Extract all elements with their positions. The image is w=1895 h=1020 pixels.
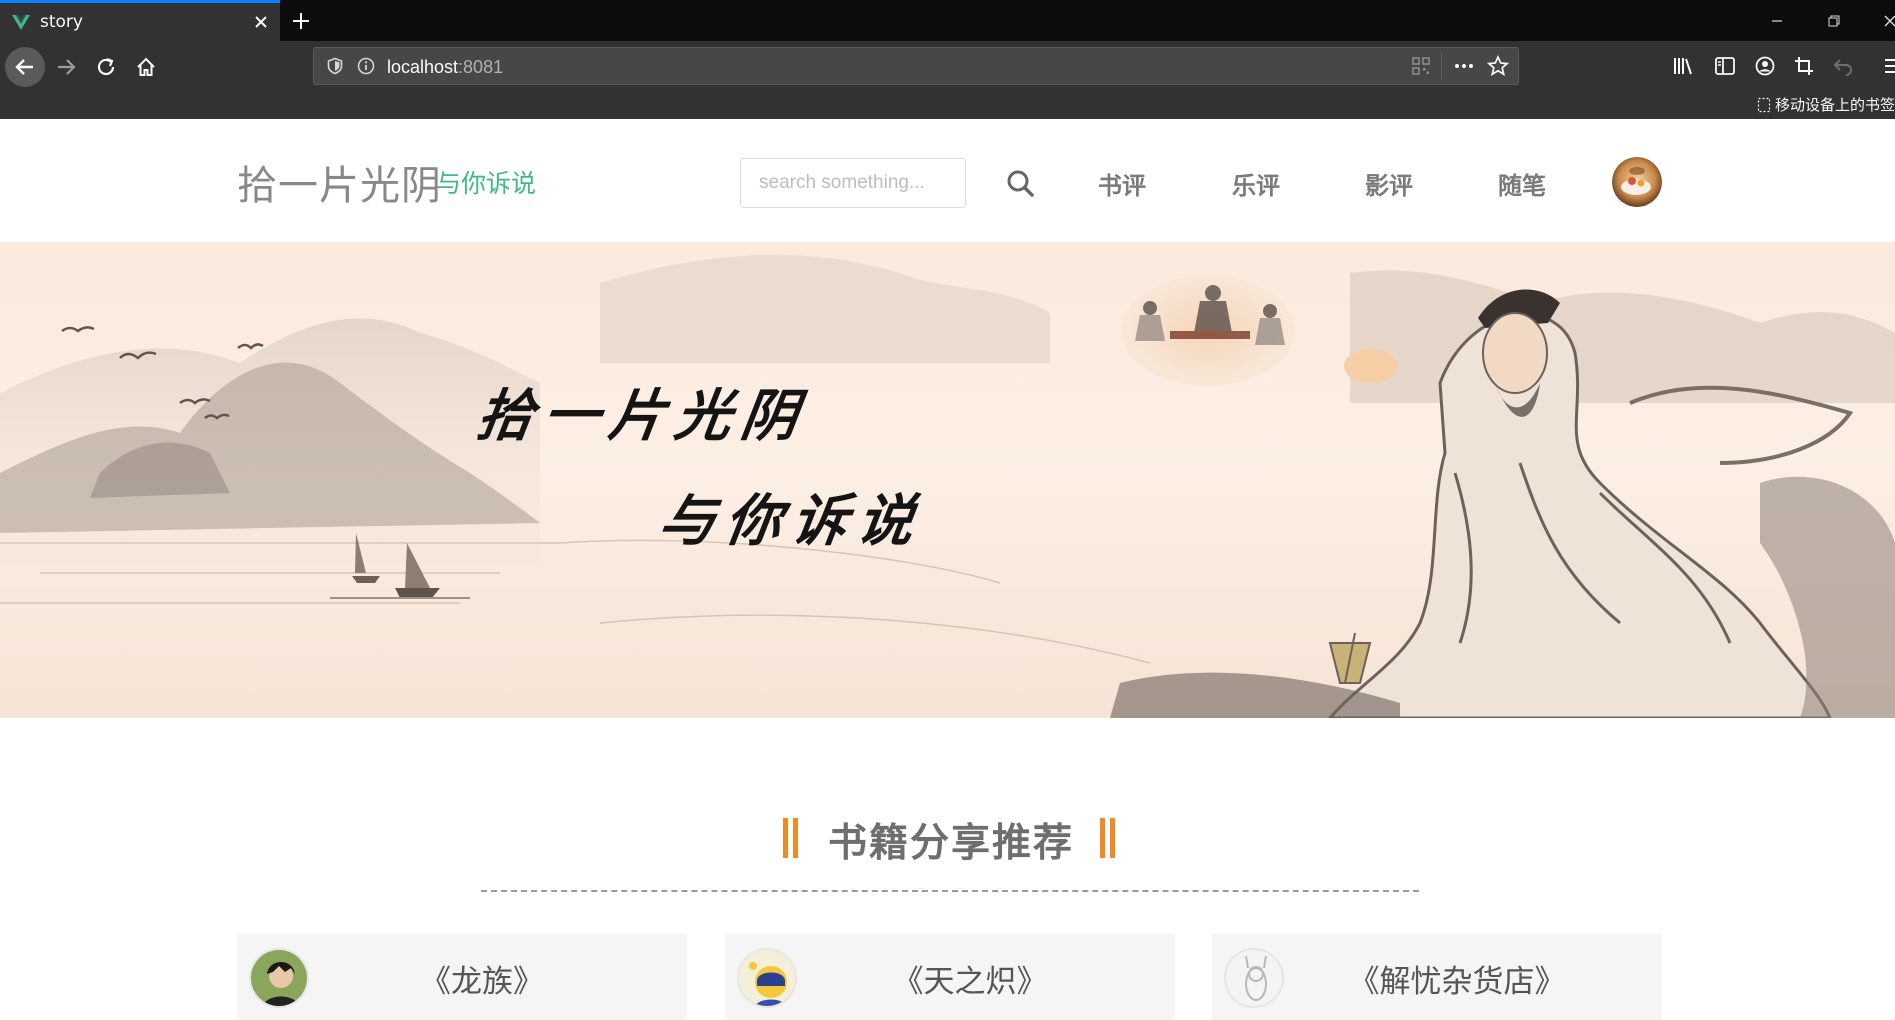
mobile-bookmarks-label: 移动设备上的书签	[1774, 96, 1895, 114]
qr-code-icon[interactable]	[1411, 56, 1431, 76]
search-icon	[1007, 170, 1034, 197]
search-input[interactable]	[740, 158, 966, 208]
section-title: 书籍分享推荐	[828, 821, 1075, 866]
book-card[interactable]: 《解忧杂货店》	[1212, 934, 1662, 1020]
section-divider	[481, 890, 1419, 892]
hero-banner: 拾一片光阴 与你诉说	[0, 243, 1895, 718]
ink-landscape-illustration	[0, 254, 1895, 718]
back-button[interactable]	[5, 47, 45, 87]
new-tab-button[interactable]	[286, 6, 316, 36]
info-icon[interactable]	[357, 57, 375, 75]
banner-heading-line2: 与你诉说	[654, 488, 929, 554]
library-icon[interactable]	[1672, 56, 1694, 76]
book-title: 《龙族》	[420, 964, 544, 1000]
close-window-button[interactable]	[1868, 0, 1895, 41]
book-card[interactable]: 《天之炽》	[725, 934, 1175, 1020]
site-slogan: 与你诉说	[436, 169, 537, 198]
url-port: :8081	[458, 57, 504, 77]
nav-music-review[interactable]: 乐评	[1232, 166, 1280, 201]
site-logo[interactable]: 拾一片光阴	[237, 153, 442, 211]
browser-tab-strip: story	[0, 0, 1895, 41]
reload-button[interactable]	[89, 50, 123, 84]
title-left-bars	[783, 818, 801, 858]
browser-tab[interactable]: story	[0, 0, 280, 41]
title-right-bars	[1100, 818, 1118, 858]
search-button[interactable]	[1004, 167, 1038, 201]
close-tab-icon[interactable]	[242, 3, 280, 41]
menu-icon[interactable]	[1883, 56, 1895, 76]
url-text[interactable]: localhost:8081	[387, 57, 503, 78]
site-header: 拾一片光阴 与你诉说 书评 乐评 影评 随笔	[0, 119, 1895, 243]
mobile-bookmarks[interactable]: 移动设备上的书签	[1757, 94, 1895, 115]
more-actions-icon[interactable]	[1452, 56, 1476, 76]
shield-icon[interactable]	[326, 57, 344, 75]
tab-title: story	[40, 12, 83, 32]
nav-movie-review[interactable]: 影评	[1365, 166, 1413, 201]
banner-heading-line1: 拾一片光阴	[472, 383, 813, 449]
user-avatar[interactable]	[1612, 157, 1662, 207]
forward-button[interactable]	[49, 50, 83, 84]
restore-window-button[interactable]	[1812, 0, 1856, 41]
account-icon[interactable]	[1754, 55, 1776, 77]
home-icon	[137, 57, 155, 76]
url-bar[interactable]: localhost:8081	[313, 47, 1519, 85]
url-host: localhost	[387, 57, 459, 77]
nav-essay[interactable]: 随笔	[1498, 166, 1546, 201]
sidebar-icon[interactable]	[1714, 56, 1736, 76]
url-separator	[1441, 52, 1442, 80]
minimize-window-button[interactable]	[1755, 0, 1799, 41]
screenshot-icon[interactable]	[1793, 55, 1815, 77]
bookmark-star-icon[interactable]	[1487, 55, 1509, 77]
browser-toolbar: localhost:8081 移动设备上的书签	[0, 41, 1895, 119]
book-title: 《解忧杂货店》	[1348, 964, 1566, 1000]
folder-icon	[1757, 97, 1771, 112]
undo-icon[interactable]	[1832, 55, 1854, 77]
vue-logo-icon	[12, 15, 30, 30]
reload-icon	[97, 57, 115, 76]
nav-book-review[interactable]: 书评	[1098, 166, 1146, 201]
home-button[interactable]	[129, 50, 163, 84]
book-title: 《天之炽》	[892, 964, 1048, 1000]
arrow-right-icon	[58, 59, 76, 75]
book-card[interactable]: 《龙族》	[237, 934, 687, 1020]
arrow-left-icon	[15, 59, 33, 75]
